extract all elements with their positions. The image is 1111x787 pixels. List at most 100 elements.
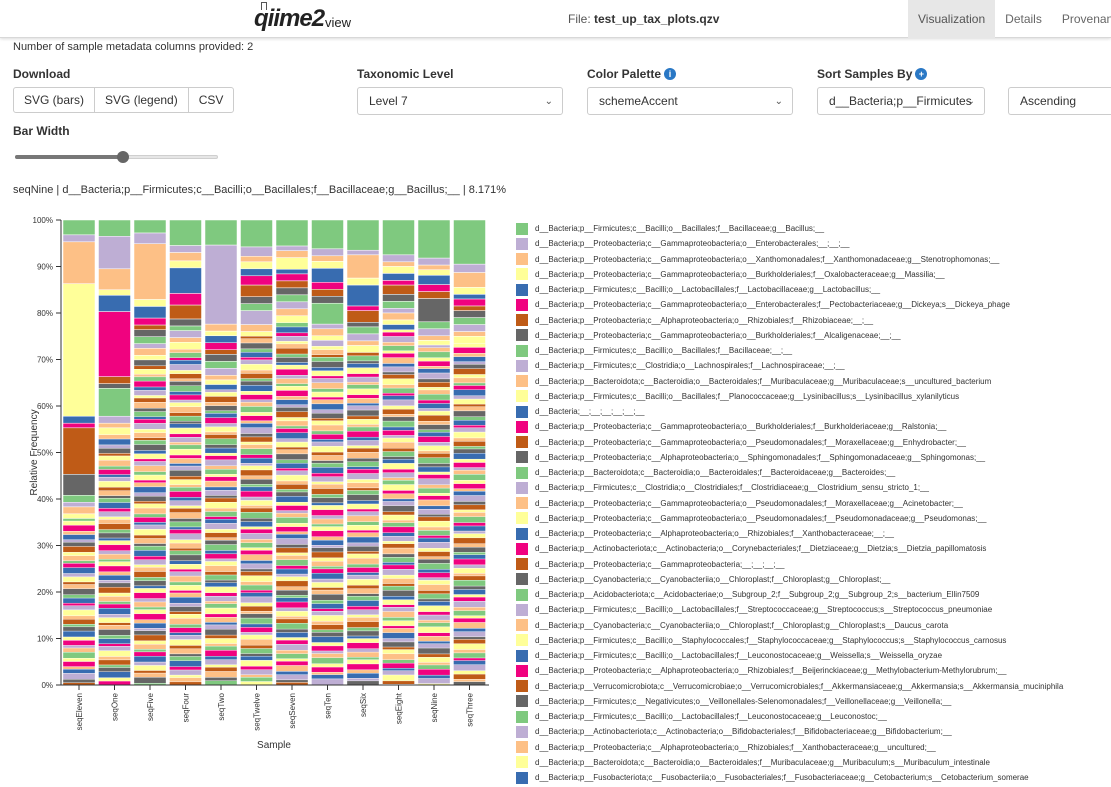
bar-segment-minor xyxy=(311,388,344,393)
bar-segment-minor xyxy=(346,567,380,573)
bar-segment-minor xyxy=(311,572,344,580)
bar-segment-minor xyxy=(204,571,238,576)
legend-item[interactable]: d__Bacteria;p__Proteobacteria;c__Gammapr… xyxy=(516,236,1111,251)
legend-item[interactable]: d__Bacteria;p__Proteobacteria;c__Alphapr… xyxy=(516,450,1111,465)
bar-segment-minor xyxy=(98,671,131,678)
bar-segment xyxy=(133,306,167,319)
legend-item[interactable]: d__Bacteria;p__Proteobacteria;c__Gammapr… xyxy=(516,328,1111,343)
bar-segment-minor xyxy=(133,507,167,515)
bar-segment-minor xyxy=(275,576,309,582)
legend-item[interactable]: d__Bacteria;p__Firmicutes;c__Bacilli;o__… xyxy=(516,282,1111,297)
bar-segment-minor xyxy=(133,416,167,420)
bar-segment-minor xyxy=(382,363,415,368)
legend-item[interactable]: d__Bacteria;p__Proteobacteria;c__Gammapr… xyxy=(516,435,1111,450)
bar-segment-minor xyxy=(169,597,202,604)
tab-visualization[interactable]: Visualization xyxy=(908,0,996,38)
legend-item[interactable]: d__Bacteria;p__Proteobacteria;c__Gammapr… xyxy=(516,496,1111,511)
download-svg-bars-button[interactable]: SVG (bars) xyxy=(13,87,96,113)
bar-segment-minor xyxy=(169,487,202,492)
bar-segment-minor xyxy=(453,533,486,539)
legend-item[interactable]: d__Bacteria;p__Firmicutes;c__Bacilli;o__… xyxy=(516,221,1111,236)
legend-item[interactable]: d__Bacteria;p__Firmicutes;c__Clostridia;… xyxy=(516,480,1111,495)
bar-segment-minor xyxy=(382,569,415,576)
add-sort-icon[interactable]: + xyxy=(915,68,928,80)
legend-item[interactable]: d__Bacteria;p__Proteobacteria;c__Alphapr… xyxy=(516,313,1111,328)
bar-segment-minor xyxy=(417,647,451,655)
legend-item[interactable]: d__Bacteria;p__Firmicutes;c__Negativicut… xyxy=(516,694,1111,709)
x-tick-label: seqTwelve xyxy=(253,692,262,730)
legend-item[interactable]: d__Bacteria;p__Cyanobacteria;c__Cyanobac… xyxy=(516,572,1111,587)
selected-segment-info: seqNine | d__Bacteria;p__Firmicutes;c__B… xyxy=(13,184,507,196)
bar-segment-minor xyxy=(346,360,380,364)
bar-segment-minor xyxy=(382,514,415,521)
bar-segment-minor xyxy=(346,490,380,495)
y-tick-label: 90% xyxy=(37,263,53,272)
legend-item[interactable]: d__Bacteria;p__Proteobacteria;c__Gammapr… xyxy=(516,557,1111,572)
legend-label: d__Bacteria;p__Bacteroidota;c__Bacteroid… xyxy=(535,757,990,767)
bar-segment xyxy=(453,324,486,332)
legend-label: d__Bacteria;p__Actinobacteriota;c__Actin… xyxy=(535,727,952,737)
legend-item[interactable]: d__Bacteria;p__Firmicutes;c__Bacilli;o__… xyxy=(516,633,1111,648)
legend-item[interactable]: d__Bacteria;p__Firmicutes;c__Bacilli;o__… xyxy=(516,709,1111,724)
bar-segment-minor xyxy=(382,620,415,627)
bar-segment-minor xyxy=(346,508,380,512)
bar-segment-minor xyxy=(204,540,238,545)
bar-segment-minor xyxy=(453,522,486,527)
bar-segment-minor xyxy=(346,398,380,404)
legend-item[interactable]: d__Bacteria;p__Proteobacteria;c__Alphapr… xyxy=(516,663,1111,678)
bar-segment-minor xyxy=(382,324,415,330)
legend-item[interactable]: d__Bacteria;p__Firmicutes;c__Bacilli;o__… xyxy=(516,343,1111,358)
bar-segment-minor xyxy=(275,369,309,376)
legend-label: d__Bacteria;p__Firmicutes;c__Bacilli;o__… xyxy=(535,391,960,401)
legend-item[interactable]: d__Bacteria;p__Proteobacteria;c__Gammapr… xyxy=(516,252,1111,267)
info-icon[interactable]: i xyxy=(664,68,677,80)
slider-thumb[interactable] xyxy=(116,151,129,163)
bar-segment-minor xyxy=(382,641,415,648)
legend-item[interactable]: d__Bacteria;p__Proteobacteria;c__Alphapr… xyxy=(516,526,1111,541)
bar-segment-minor xyxy=(417,421,451,425)
bar-segment xyxy=(98,236,131,270)
taxonomic-level-select[interactable]: Level 7 ⌄ xyxy=(357,87,563,115)
legend-item[interactable]: d__Bacteria;p__Firmicutes;c__Clostridia;… xyxy=(516,358,1111,373)
legend-item[interactable]: d__Bacteria;p__Proteobacteria;c__Gammapr… xyxy=(516,419,1111,434)
download-svg-legend-button[interactable]: SVG (legend) xyxy=(94,87,189,113)
color-palette-select[interactable]: schemeAccent ⌄ xyxy=(587,87,793,115)
bar-segment-minor xyxy=(417,653,451,658)
bar-segment-minor xyxy=(417,463,451,468)
legend-label: d__Bacteria;p__Proteobacteria;c__Gammapr… xyxy=(535,239,850,249)
bar-segment-minor xyxy=(311,420,344,426)
sort-order-select[interactable]: Ascending xyxy=(1008,87,1111,115)
legend-item[interactable]: d__Bacteria;p__Actinobacteriota;c__Actin… xyxy=(516,724,1111,739)
legend-item[interactable]: d__Bacteria;__;__;__;__;__;__ xyxy=(516,404,1111,419)
bar-segment-minor xyxy=(382,336,415,343)
bar-segment-minor xyxy=(98,550,131,555)
bar-segment-minor xyxy=(240,391,273,395)
bar-segment-minor xyxy=(240,380,273,386)
legend-item[interactable]: d__Bacteria;p__Firmicutes;c__Bacilli;o__… xyxy=(516,648,1111,663)
bar-segment-minor xyxy=(311,545,344,548)
legend-item[interactable]: d__Bacteria;p__Firmicutes;c__Bacilli;o__… xyxy=(516,389,1111,404)
legend-item[interactable]: d__Bacteria;p__Bacteroidota;c__Bacteroid… xyxy=(516,374,1111,389)
legend-item[interactable]: d__Bacteria;p__Verrucomicrobiota;c__Verr… xyxy=(516,679,1111,694)
legend-item[interactable]: d__Bacteria;p__Fusobacteriota;c__Fusobac… xyxy=(516,770,1111,785)
legend-item[interactable]: d__Bacteria;p__Cyanobacteria;c__Cyanobac… xyxy=(516,618,1111,633)
legend-item[interactable]: d__Bacteria;p__Bacteroidota;c__Bacteroid… xyxy=(516,465,1111,480)
tab-provenance[interactable]: Provenance xyxy=(1052,0,1111,38)
legend-item[interactable]: d__Bacteria;p__Acidobacteriota;c__Acidob… xyxy=(516,587,1111,602)
legend-item[interactable]: d__Bacteria;p__Proteobacteria;c__Gammapr… xyxy=(516,297,1111,312)
bar-width-slider[interactable] xyxy=(15,151,218,163)
legend-item[interactable]: d__Bacteria;p__Proteobacteria;c__Alphapr… xyxy=(516,740,1111,755)
sort-field-select[interactable]: d__Bacteria;p__Firmicutes ⌄ xyxy=(817,87,985,115)
legend-item[interactable]: d__Bacteria;p__Proteobacteria;c__Gammapr… xyxy=(516,267,1111,282)
bar-segment-minor xyxy=(204,664,238,668)
legend-item[interactable]: d__Bacteria;p__Bacteroidota;c__Bacteroid… xyxy=(516,755,1111,770)
bar-segment-minor xyxy=(382,416,415,422)
legend-item[interactable]: d__Bacteria;p__Proteobacteria;c__Gammapr… xyxy=(516,511,1111,526)
bar-segment-minor xyxy=(417,664,451,670)
legend-item[interactable]: d__Bacteria;p__Actinobacteriota;c__Actin… xyxy=(516,541,1111,556)
tab-details[interactable]: Details xyxy=(995,0,1052,38)
legend-item[interactable]: d__Bacteria;p__Firmicutes;c__Bacilli;o__… xyxy=(516,602,1111,617)
bar-segment-minor xyxy=(275,417,309,422)
download-csv-button[interactable]: CSV xyxy=(187,87,235,113)
qiime2view-logo[interactable]: qiime 2 view xyxy=(254,2,351,33)
